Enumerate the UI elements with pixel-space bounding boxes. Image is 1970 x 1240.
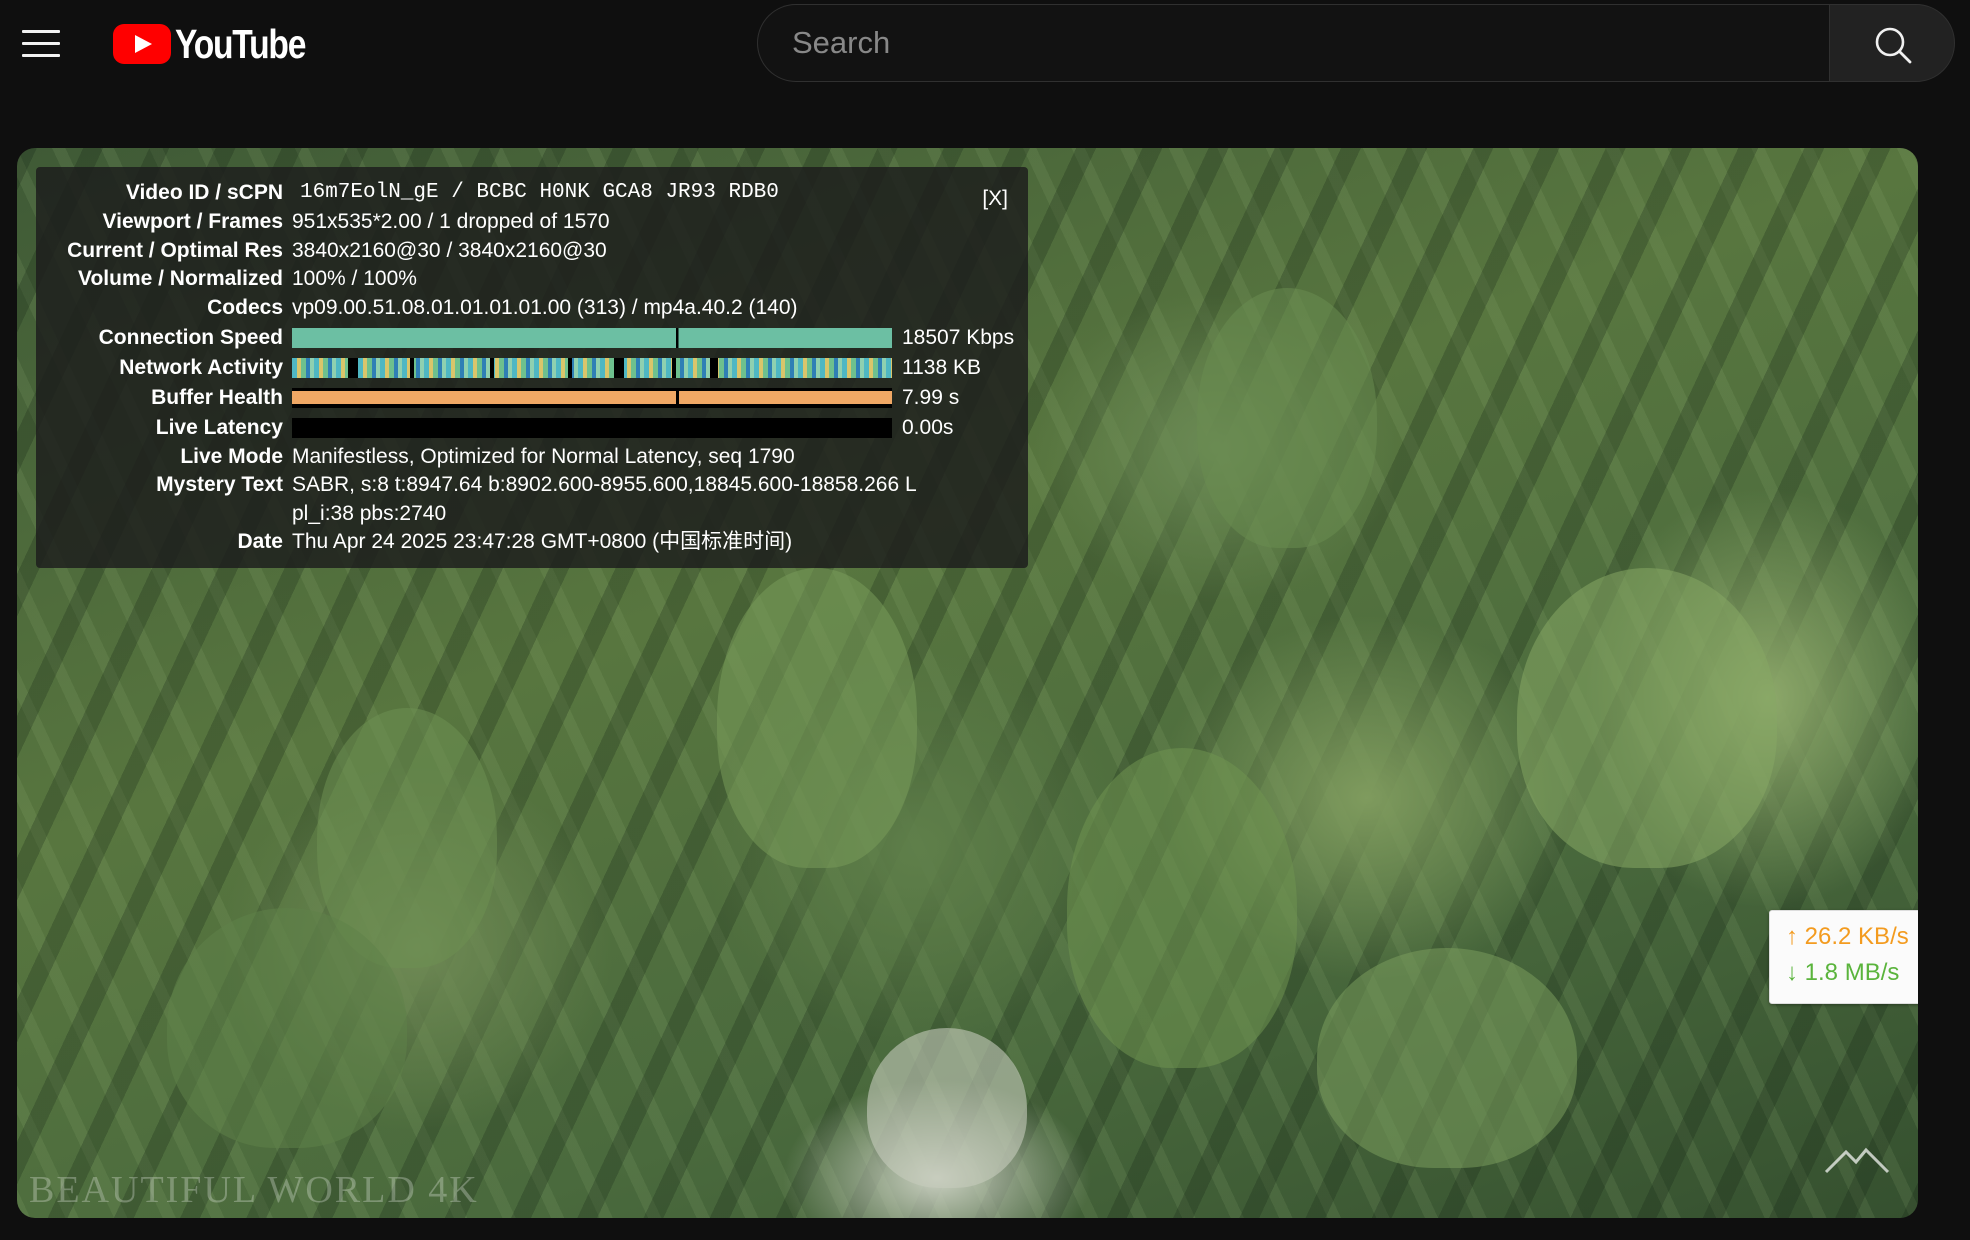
stats-value: Manifestless, Optimized for Normal Laten… <box>292 445 795 468</box>
stats-label: Video ID / sCPN <box>125 181 283 204</box>
stats-value: Thu Apr 24 2025 23:47:28 GMT+0800 (中国标准时… <box>292 530 793 553</box>
stats-label: Volume / Normalized <box>78 267 283 290</box>
search-input[interactable] <box>757 4 1829 82</box>
stats-value: 100% / 100% <box>292 267 417 290</box>
stats-row-date: Date Thu Apr 24 2025 23:47:28 GMT+0800 (… <box>36 528 1028 556</box>
stats-label: Mystery Text <box>156 473 283 496</box>
stats-row-buffer-health: Buffer Health 7.99 s <box>36 384 1028 412</box>
hamburger-menu-icon[interactable] <box>22 28 60 58</box>
stats-row-connection-speed: Connection Speed 18507 Kbps <box>36 324 1028 352</box>
stats-label: Buffer Health <box>151 386 283 409</box>
connection-speed-bar <box>292 328 892 348</box>
search-bar <box>757 4 1956 84</box>
stats-label: Live Mode <box>180 445 283 468</box>
stats-row-viewport: Viewport / Frames 951x535*2.00 / 1 dropp… <box>36 208 1028 236</box>
stats-row-volume: Volume / Normalized 100% / 100% <box>36 265 1028 293</box>
stats-label: Connection Speed <box>98 326 283 349</box>
stats-label: Current / Optimal Res <box>67 239 283 262</box>
stats-row-mystery-text: Mystery Text SABR, s:8 t:8947.64 b:8902.… <box>36 471 1028 499</box>
stats-value: 1138 KB <box>902 356 982 379</box>
stats-row-codecs: Codecs vp09.00.51.08.01.01.01.01.00 (313… <box>36 294 1028 322</box>
stats-value: vp09.00.51.08.01.01.01.01.00 (313) / mp4… <box>292 296 798 319</box>
stats-label: Codecs <box>207 296 283 319</box>
buffer-health-bar <box>292 388 892 408</box>
download-speed: ↓ 1.8 MB/s <box>1786 959 1900 986</box>
live-latency-bar <box>292 418 892 438</box>
stats-value: 3840x2160@30 / 3840x2160@30 <box>292 239 607 262</box>
mountain-logo-icon <box>1824 1147 1890 1174</box>
stats-label: Live Latency <box>155 416 283 439</box>
logo-text: YouTube <box>175 20 306 67</box>
stats-label: Date <box>237 530 283 553</box>
network-activity-bar <box>292 358 892 378</box>
stats-value: pl_i:38 pbs:2740 <box>292 502 447 525</box>
upload-speed: ↑ 26.2 KB/s <box>1786 923 1909 950</box>
stats-row-resolution: Current / Optimal Res 3840x2160@30 / 384… <box>36 237 1028 265</box>
video-player[interactable]: [X] Video ID / sCPN 16m7EolN_gE / BCBC H… <box>17 148 1918 1218</box>
network-speed-widget: ↑ 26.2 KB/s ↓ 1.8 MB/s <box>1769 910 1918 1004</box>
stats-value: 16m7EolN_gE / BCBC H0NK GCA8 JR93 RDB0 <box>300 181 779 204</box>
stats-label: Viewport / Frames <box>102 210 283 233</box>
stats-label: Network Activity <box>119 356 283 379</box>
stats-value: 18507 Kbps <box>902 326 1015 349</box>
stats-row-live-latency: Live Latency 0.00s <box>36 414 1028 442</box>
channel-watermark: BEAUTIFUL WORLD 4K <box>29 1169 479 1211</box>
stats-value: 0.00s <box>902 416 954 439</box>
stats-row-live-mode: Live Mode Manifestless, Optimized for No… <box>36 443 1028 471</box>
search-button[interactable] <box>1829 4 1955 82</box>
stats-value: 951x535*2.00 / 1 dropped of 1570 <box>292 210 610 233</box>
stats-value: SABR, s:8 t:8947.64 b:8902.600-8955.600,… <box>292 473 917 496</box>
youtube-play-icon <box>113 24 171 64</box>
stats-row-mystery-text-cont: pl_i:38 pbs:2740 <box>36 500 1028 528</box>
stats-row-video-id: Video ID / sCPN 16m7EolN_gE / BCBC H0NK … <box>36 179 1028 207</box>
search-icon <box>1875 27 1912 64</box>
stats-for-nerds-panel: [X] Video ID / sCPN 16m7EolN_gE / BCBC H… <box>36 167 1028 568</box>
stats-value: 7.99 s <box>902 386 960 409</box>
stats-row-network-activity: Network Activity 1138 KB <box>36 354 1028 382</box>
youtube-logo[interactable]: YouTube <box>113 20 334 67</box>
